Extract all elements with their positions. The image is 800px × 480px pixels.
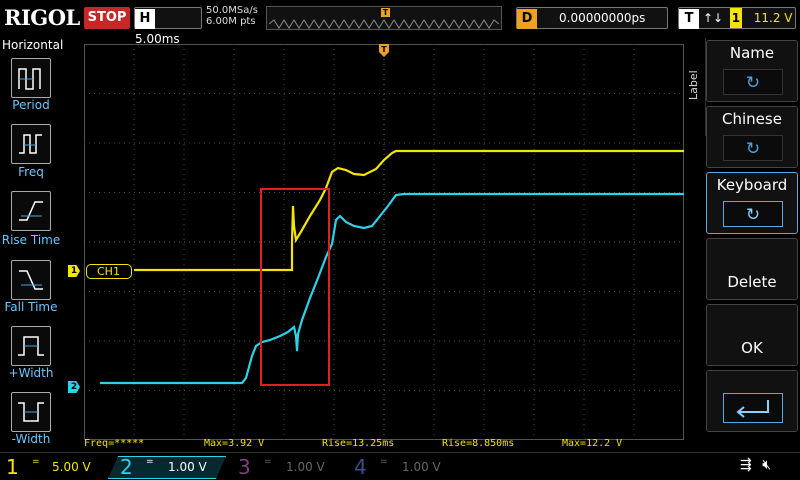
softkey-keyboard[interactable]: Keyboard ↻ xyxy=(706,172,798,234)
ch2-scale: 1.00 V xyxy=(168,460,207,474)
acquisition-info: 50.0MSa/s 6.00M pts xyxy=(206,5,258,27)
trigger-time-marker[interactable]: T xyxy=(379,44,389,57)
measure-category-title: Horizontal xyxy=(2,38,64,52)
softkey-delete[interactable]: Delete xyxy=(706,238,798,300)
rise-time-icon xyxy=(19,201,43,221)
ch1-label-tag[interactable]: CH1 xyxy=(86,264,132,279)
measurement-rise-2[interactable]: Rise=8.850ms xyxy=(442,438,514,449)
ch2-ground-marker[interactable]: 2 xyxy=(68,381,80,393)
knob-rotate-icon: ↻ xyxy=(723,135,783,161)
waveform-display[interactable]: T xyxy=(84,44,684,440)
ch4-scale: 1.00 V xyxy=(402,460,441,474)
ch4-number: 4 xyxy=(354,455,367,479)
measure-panel: Horizontal Period Freq Rise Time Fall Ti… xyxy=(0,38,64,452)
timebase-display[interactable]: H5.00ms xyxy=(134,7,202,46)
softkey-name-label: Name xyxy=(729,44,775,62)
softkey-ok[interactable]: OK xyxy=(706,304,798,366)
delay-display[interactable]: D 0.00000000ps xyxy=(516,7,668,29)
sample-rate: 50.0MSa/s xyxy=(206,5,258,16)
memory-waveform-overview[interactable]: T xyxy=(266,6,502,30)
measurement-max-ch2[interactable]: Max=3.92 V xyxy=(204,438,264,449)
run-stop-status[interactable]: STOP xyxy=(84,7,130,29)
channel-2-status[interactable]: 2 = 1.00 V xyxy=(116,455,226,479)
ch3-dc-coupling-icon: = xyxy=(264,457,272,467)
highlight-box xyxy=(260,188,330,386)
freq-icon xyxy=(19,134,42,154)
softkey-enter[interactable] xyxy=(706,370,798,432)
speaker-muted-icon[interactable]: 🔇︎ xyxy=(762,457,771,473)
neg-width-icon xyxy=(18,402,44,422)
trigger-source: 1 xyxy=(729,8,742,28)
channel-1-status[interactable]: 1 = 5.00 V xyxy=(0,455,110,479)
measurement-rise-1[interactable]: Rise=13.25ms xyxy=(322,438,394,449)
ch1-dc-coupling-icon: = xyxy=(32,457,40,467)
memory-overview-waveform xyxy=(269,19,499,29)
softkey-chinese-label: Chinese xyxy=(722,110,782,128)
freq-button[interactable] xyxy=(11,124,51,164)
softkey-chinese[interactable]: Chinese ↻ xyxy=(706,106,798,168)
measurement-freq[interactable]: Freq=***** xyxy=(84,438,144,449)
softkey-name[interactable]: Name ↻ xyxy=(706,40,798,102)
top-status-bar: RIGOL STOP H5.00ms 50.0MSa/s 6.00M pts T… xyxy=(0,0,800,46)
softkey-panel: Label Name ↻ Chinese ↻ Keyboard ↻ Delete… xyxy=(684,38,800,452)
menu-title-tab: Label xyxy=(684,38,706,136)
period-icon xyxy=(18,68,41,90)
softkey-keyboard-label: Keyboard xyxy=(716,176,788,194)
channel-status-bar: 1 = 5.00 V 2 = 1.00 V 3 = 1.00 V 4 = 1.0… xyxy=(0,452,800,480)
svg-text:T: T xyxy=(381,45,387,54)
knob-rotate-icon: ↻ xyxy=(723,201,783,227)
fall-time-button[interactable] xyxy=(11,260,51,300)
neg-width-label: -Width xyxy=(11,432,51,446)
rise-time-label: Rise Time xyxy=(1,233,61,247)
trigger-level: 11.2 V xyxy=(753,11,793,25)
fall-time-label: Fall Time xyxy=(4,300,58,314)
softkey-ok-label: OK xyxy=(741,339,763,357)
softkey-delete-label: Delete xyxy=(727,273,777,291)
trigger-edge-icon: ↑↓ xyxy=(703,11,724,25)
usb-icon: ⇶ xyxy=(740,457,752,473)
neg-width-button[interactable] xyxy=(11,392,51,432)
rise-time-button[interactable] xyxy=(11,191,51,231)
timebase-letter: H xyxy=(135,9,155,29)
delay-letter: D xyxy=(517,9,537,29)
ch2-number: 2 xyxy=(120,455,133,479)
ch4-dc-coupling-icon: = xyxy=(380,457,388,467)
channel-4-status[interactable]: 4 = 1.00 V xyxy=(350,455,460,479)
trigger-display[interactable]: T ↑↓ 1 11.2 V xyxy=(678,7,796,29)
delay-value: 0.00000000ps xyxy=(559,11,646,25)
fall-time-icon xyxy=(19,270,43,290)
pos-width-button[interactable] xyxy=(11,326,51,366)
ch3-number: 3 xyxy=(238,455,251,479)
trigger-letter: T xyxy=(679,9,699,29)
graticule xyxy=(84,44,684,440)
freq-label: Freq xyxy=(18,165,44,179)
system-icons: ⇶ 🔇︎ xyxy=(740,457,771,473)
pos-width-label: +Width xyxy=(8,366,54,380)
ch2-waveform xyxy=(100,192,684,385)
enter-icon xyxy=(723,393,783,423)
measurement-max-ch1[interactable]: Max=12.2 V xyxy=(562,438,622,449)
trigger-position-marker: T xyxy=(381,8,390,17)
measurement-results: Freq=***** Max=3.92 V Rise=13.25ms Rise=… xyxy=(84,438,684,452)
ch1-ground-marker[interactable]: 1 xyxy=(68,265,80,277)
ch3-scale: 1.00 V xyxy=(286,460,325,474)
pos-width-icon xyxy=(18,336,44,356)
menu-title: Label xyxy=(687,70,700,100)
knob-rotate-icon: ↻ xyxy=(723,69,783,95)
ch1-scale: 5.00 V xyxy=(52,460,91,474)
ch1-number: 1 xyxy=(6,455,19,479)
brand-logo: RIGOL xyxy=(4,5,80,30)
memory-depth: 6.00M pts xyxy=(206,16,256,27)
period-label: Period xyxy=(12,98,50,112)
ch2-dc-coupling-icon: = xyxy=(146,457,154,467)
channel-3-status[interactable]: 3 = 1.00 V xyxy=(234,455,344,479)
period-button[interactable] xyxy=(11,58,51,98)
ch1-waveform xyxy=(134,149,684,272)
